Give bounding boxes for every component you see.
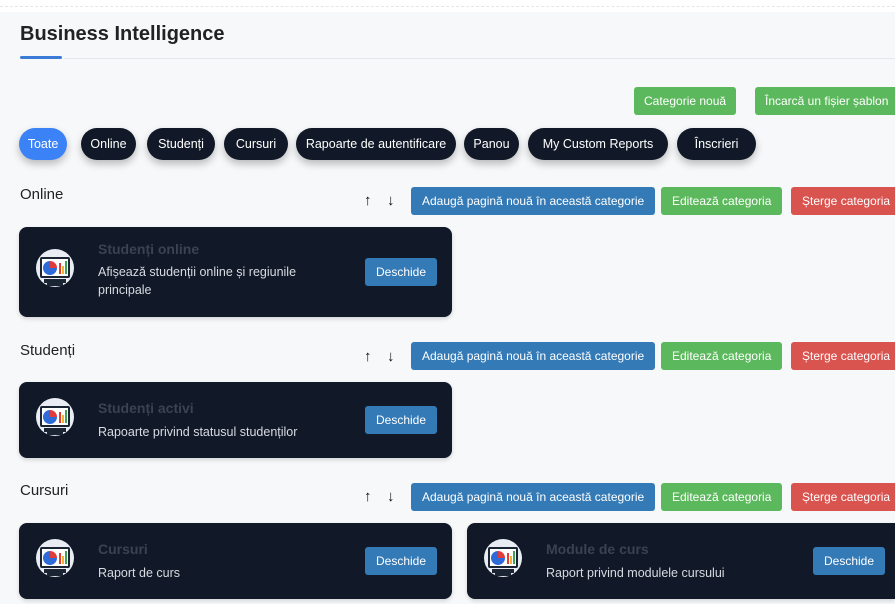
move-up-arrow-icon[interactable]: ↑ <box>364 192 372 209</box>
upload-template-button[interactable]: Încarcă un fișier șablon <box>755 87 895 115</box>
new-category-button[interactable]: Categorie nouă <box>634 87 737 115</box>
filter-pill-online[interactable]: Online <box>81 128 136 160</box>
add-page-button[interactable]: Adaugă pagină nouă în această categorie <box>411 342 656 370</box>
title-underline <box>20 56 62 59</box>
filter-pill-rapoarte[interactable]: Rapoarte de autentificare <box>296 128 456 160</box>
card-description: Raport de curs <box>98 566 180 580</box>
open-report-button[interactable]: Deschide <box>365 547 438 575</box>
section-title-studenti: Studenți <box>20 342 76 359</box>
filter-pill-custom-reports[interactable]: My Custom Reports <box>528 128 668 160</box>
report-monitor-icon <box>484 539 522 577</box>
add-page-button[interactable]: Adaugă pagină nouă în această categorie <box>411 187 656 215</box>
page-title: Business Intelligence <box>20 23 225 45</box>
delete-category-button[interactable]: Șterge categoria <box>791 187 895 215</box>
report-monitor-icon <box>36 249 74 287</box>
report-monitor-icon <box>36 398 74 436</box>
card-description: Rapoarte privind statusul studenților <box>98 425 298 439</box>
move-down-arrow-icon[interactable]: ↓ <box>387 348 395 365</box>
card-title: Cursuri <box>98 541 148 557</box>
move-up-arrow-icon[interactable]: ↑ <box>364 488 372 505</box>
title-separator <box>64 58 895 59</box>
filter-pill-inscrieri[interactable]: Înscrieri <box>677 128 756 160</box>
delete-category-button[interactable]: Șterge categoria <box>791 483 895 511</box>
open-report-button[interactable]: Deschide <box>813 547 886 575</box>
move-up-arrow-icon[interactable]: ↑ <box>364 348 372 365</box>
edit-category-button[interactable]: Editează categoria <box>661 342 783 370</box>
filter-pill-studenti[interactable]: Studenți <box>147 128 215 160</box>
report-card: Studenți online Afișează studenții onlin… <box>19 227 452 317</box>
card-description: Raport privind modulele cursului <box>546 566 725 580</box>
open-report-button[interactable]: Deschide <box>365 258 438 286</box>
filter-pill-cursuri[interactable]: Cursuri <box>224 128 288 160</box>
filter-pill-toate[interactable]: Toate <box>19 128 67 160</box>
move-down-arrow-icon[interactable]: ↓ <box>387 192 395 209</box>
card-title: Studenți online <box>98 241 200 257</box>
card-title: Module de curs <box>546 541 649 557</box>
open-report-button[interactable]: Deschide <box>365 406 438 434</box>
report-card: Studenți activi Rapoarte privind statusu… <box>19 382 452 458</box>
top-divider <box>0 6 895 7</box>
edit-category-button[interactable]: Editează categoria <box>661 187 783 215</box>
section-title-online: Online <box>20 186 64 203</box>
report-card: Module de curs Raport privind modulele c… <box>467 523 895 599</box>
add-page-button[interactable]: Adaugă pagină nouă în această categorie <box>411 483 656 511</box>
section-title-cursuri: Cursuri <box>20 482 69 499</box>
move-down-arrow-icon[interactable]: ↓ <box>387 488 395 505</box>
report-card: Cursuri Raport de curs Deschide <box>19 523 452 599</box>
filter-pill-panou[interactable]: Panou <box>464 128 519 160</box>
card-description: Afișează studenții online și regiunile p… <box>98 265 297 297</box>
delete-category-button[interactable]: Șterge categoria <box>791 342 895 370</box>
card-title: Studenți activi <box>98 400 194 416</box>
report-monitor-icon <box>36 539 74 577</box>
edit-category-button[interactable]: Editează categoria <box>661 483 783 511</box>
